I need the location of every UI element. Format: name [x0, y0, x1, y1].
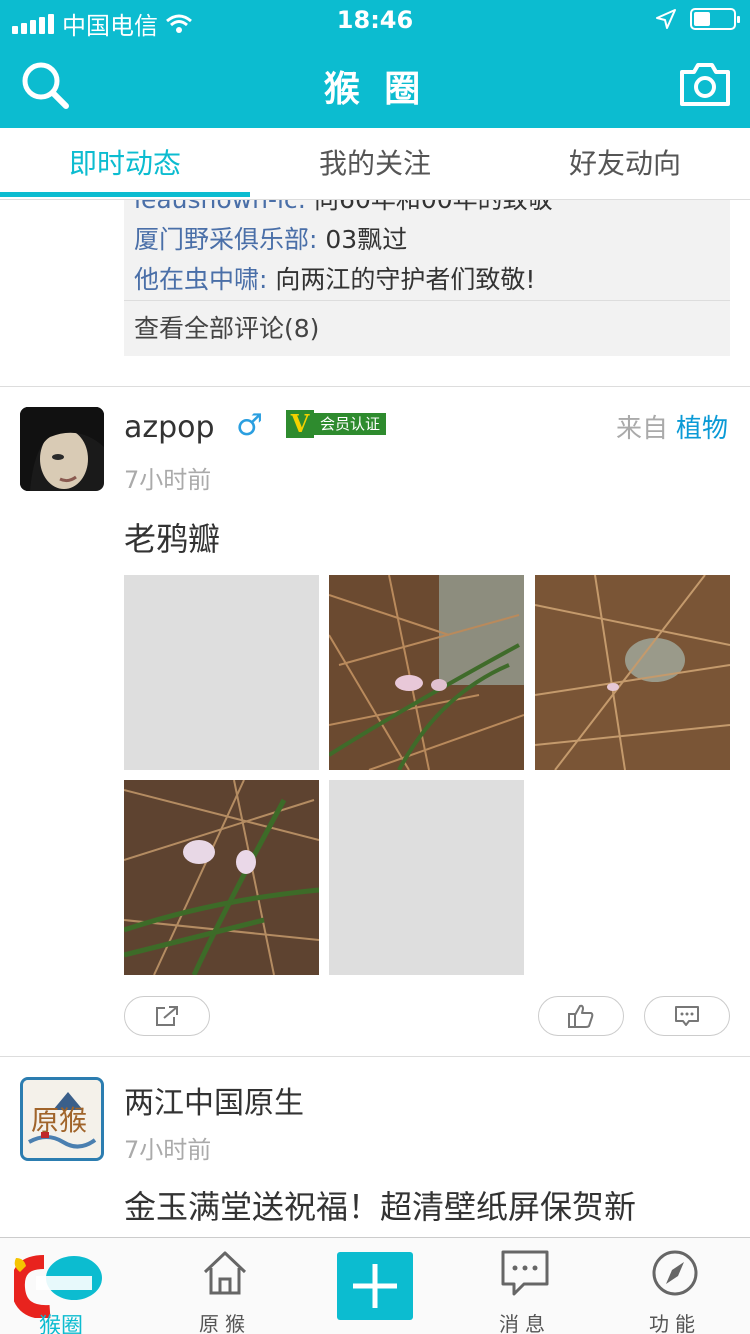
- post-time: 7小时前: [124, 1136, 212, 1164]
- top-bar: 中国电信 18:46 猴 圈: [0, 0, 750, 128]
- status-right: [656, 8, 740, 30]
- tab-following[interactable]: 我的关注: [250, 128, 500, 199]
- photo-thumbnail[interactable]: [124, 575, 319, 770]
- avatar[interactable]: [20, 407, 104, 491]
- home-icon: [203, 1251, 247, 1295]
- bottom-nav-logo[interactable]: 猴圈: [0, 1238, 150, 1334]
- photo-thumbnail[interactable]: [329, 780, 524, 975]
- male-gender-icon: ♂: [236, 408, 263, 443]
- share-button[interactable]: [124, 996, 210, 1036]
- view-all-comments-link[interactable]: 查看全部评论(8): [124, 300, 730, 356]
- badge-text: 会员认证: [314, 413, 387, 435]
- source-prefix: 来自: [615, 414, 668, 444]
- bottom-nav-home[interactable]: 原猴: [150, 1238, 300, 1334]
- verified-v-icon: V: [286, 410, 314, 438]
- post-username[interactable]: azpop: [124, 410, 215, 445]
- post-text[interactable]: 老鸦瓣: [124, 514, 220, 560]
- comment-user[interactable]: 他在虫中啸:: [134, 265, 267, 294]
- bottom-nav-functions[interactable]: 功能: [600, 1238, 750, 1334]
- tab-realtime[interactable]: 即时动态: [0, 128, 250, 199]
- verified-member-badge: V 会员认证: [286, 410, 387, 438]
- bottom-nav-label: 原猴: [199, 1312, 251, 1334]
- like-button[interactable]: [538, 996, 624, 1036]
- location-arrow-icon: [656, 9, 676, 29]
- feed-list[interactable]: leaushown-lc: 向60年和00年的致敬 厦门野采俱乐部: 03飘过 …: [0, 200, 750, 1237]
- svg-text:原猴: 原猴: [31, 1104, 87, 1137]
- post-time: 7小时前: [124, 466, 212, 494]
- post-card: azpop ♂ V 会员认证 来自 植物 7小时前 老鸦瓣: [0, 386, 750, 1056]
- bottom-nav-label: 消息: [499, 1312, 551, 1334]
- comment-user[interactable]: 厦门野采俱乐部:: [134, 225, 317, 254]
- message-icon: [501, 1250, 549, 1296]
- comment-text: 03飘过: [325, 225, 408, 254]
- photo-thumbnail[interactable]: [329, 575, 524, 770]
- comment-box: leaushown-lc: 向60年和00年的致敬 厦门野采俱乐部: 03飘过 …: [124, 200, 730, 356]
- plus-icon: [353, 1264, 397, 1308]
- post-username[interactable]: 两江中国原生: [124, 1078, 304, 1122]
- tab-active-indicator: [0, 192, 250, 197]
- post-card: 原猴 两江中国原生 7小时前 金玉满堂送祝福！超清壁纸屏保贺新: [0, 1056, 750, 1237]
- tab-friends[interactable]: 好友动向: [500, 128, 750, 199]
- bottom-nav: 猴圈 原猴 消息 功能: [0, 1237, 750, 1334]
- comment-icon: [675, 1006, 699, 1026]
- share-icon: [156, 1006, 178, 1026]
- camera-icon[interactable]: [678, 60, 732, 108]
- battery-icon: [690, 8, 740, 30]
- comment-button[interactable]: [644, 996, 730, 1036]
- comment-item[interactable]: leaushown-lc: 向60年和00年的致敬: [124, 200, 730, 220]
- comment-text: 向两江的守护者们致敬!: [275, 265, 536, 294]
- add-post-button[interactable]: [337, 1252, 413, 1320]
- source-category-link[interactable]: 植物: [676, 414, 728, 444]
- post-text[interactable]: 金玉满堂送祝福！超清壁纸屏保贺新: [124, 1182, 636, 1228]
- tab-bar: 即时动态 我的关注 好友动向: [0, 128, 750, 200]
- logo-caption: 猴圈: [38, 1314, 83, 1334]
- post-source: 来自 植物: [616, 408, 728, 445]
- comment-item[interactable]: 厦门野采俱乐部: 03飘过: [124, 220, 730, 260]
- compass-icon: [652, 1250, 698, 1296]
- thumbs-up-icon: [568, 1004, 594, 1028]
- status-bar: 中国电信 18:46: [0, 0, 750, 40]
- comment-text: 向60年和00年的致敬: [314, 200, 553, 214]
- bottom-nav-messages[interactable]: 消息: [450, 1238, 600, 1334]
- comment-user[interactable]: leaushown-lc:: [134, 200, 306, 214]
- bottom-nav-label: 功能: [649, 1312, 701, 1334]
- comment-item[interactable]: 他在虫中啸: 向两江的守护者们致敬!: [124, 260, 730, 300]
- avatar[interactable]: 原猴: [20, 1077, 104, 1161]
- photo-thumbnail[interactable]: [124, 780, 319, 975]
- status-time: 18:46: [336, 6, 414, 34]
- photo-thumbnail[interactable]: [535, 575, 730, 770]
- page-title: 猴 圈: [323, 69, 427, 110]
